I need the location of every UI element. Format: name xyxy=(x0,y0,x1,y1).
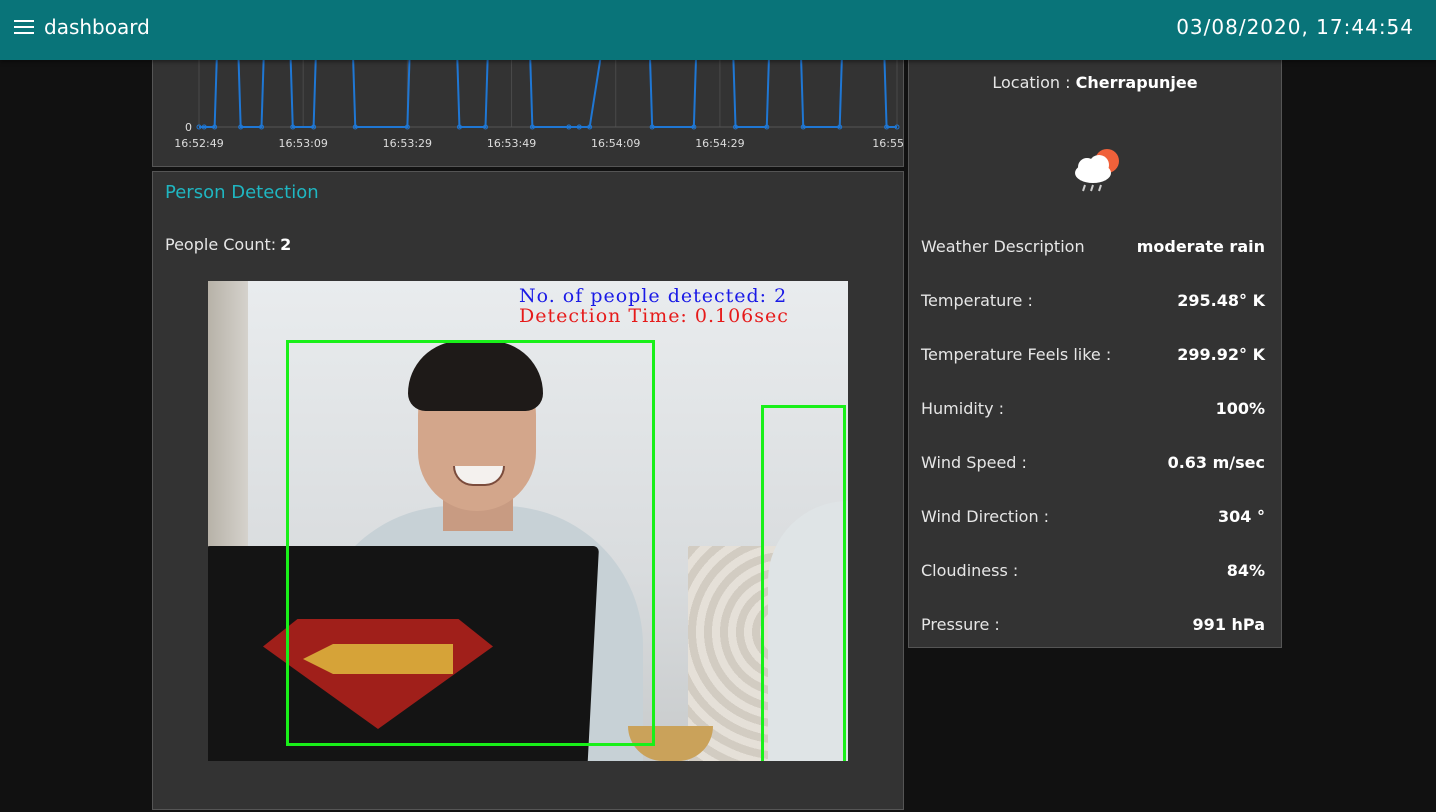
location-row: Location : Cherrapunjee xyxy=(909,73,1281,92)
person-detection-card: Person Detection People Count: 2 No. of p… xyxy=(152,171,904,810)
location-value: Cherrapunjee xyxy=(1075,73,1198,92)
weather-row-label: Wind Direction : xyxy=(921,507,1050,526)
detection-box-1 xyxy=(286,340,655,746)
location-label: Location : xyxy=(992,73,1071,92)
chart-x-tick-label: 16:53:29 xyxy=(383,137,432,150)
cloud-rain-sun-icon xyxy=(1075,149,1119,192)
chart-y-tick-label: 0 xyxy=(185,121,192,134)
weather-row-value: 991 hPa xyxy=(1192,615,1265,634)
detection-box-2 xyxy=(761,405,846,761)
weather-row-label: Humidity : xyxy=(921,399,1005,418)
weather-row-label: Cloudiness : xyxy=(921,561,1019,580)
top-bar: dashboard 03/08/2020, 17:44:54 xyxy=(0,0,1436,60)
weather-row-label: Temperature : xyxy=(921,291,1033,310)
weather-row-value: 304 ° xyxy=(1218,507,1265,526)
weather-row-label: Wind Speed : xyxy=(921,453,1027,472)
person-detection-title: Person Detection xyxy=(165,182,319,203)
weather-row-label: Pressure : xyxy=(921,615,1000,634)
chart-x-tick-label: 16:52:49 xyxy=(174,137,223,150)
chart-x-tick-label: 16:53:49 xyxy=(487,137,536,150)
weather-card: Location : Cherrapunjee Weather Descript… xyxy=(908,30,1282,648)
weather-row-label: Temperature Feels like : xyxy=(921,345,1112,364)
menu-icon[interactable] xyxy=(14,20,34,36)
weather-row-value: 84% xyxy=(1226,561,1265,580)
overlay-people-detected: No. of people detected: 2 xyxy=(519,285,788,307)
people-count-value: 2 xyxy=(280,235,292,254)
chart-x-tick-label: 16:55:03 xyxy=(872,137,905,150)
overlay-detection-time: Detection Time: 0.106sec xyxy=(519,305,789,327)
people-count-label: People Count: xyxy=(165,235,277,254)
weather-row-label: Weather Description xyxy=(921,237,1085,256)
weather-row-value: 0.63 m/sec xyxy=(1167,453,1265,472)
datetime-display: 03/08/2020, 17:44:54 xyxy=(1176,15,1414,39)
chart-x-tick-label: 16:54:09 xyxy=(591,137,640,150)
weather-row-value: 295.48° K xyxy=(1177,291,1265,310)
camera-frame: No. of people detected: 2 Detection Time… xyxy=(208,281,848,761)
weather-row-value: 299.92° K xyxy=(1177,345,1265,364)
chart-x-tick-label: 16:54:29 xyxy=(695,137,744,150)
weather-row-value: moderate rain xyxy=(1136,237,1265,256)
app-title: dashboard xyxy=(44,15,150,39)
people-count-row: People Count: 2 xyxy=(165,235,291,254)
weather-row-value: 100% xyxy=(1215,399,1265,418)
chart-x-tick-label: 16:53:09 xyxy=(278,137,327,150)
